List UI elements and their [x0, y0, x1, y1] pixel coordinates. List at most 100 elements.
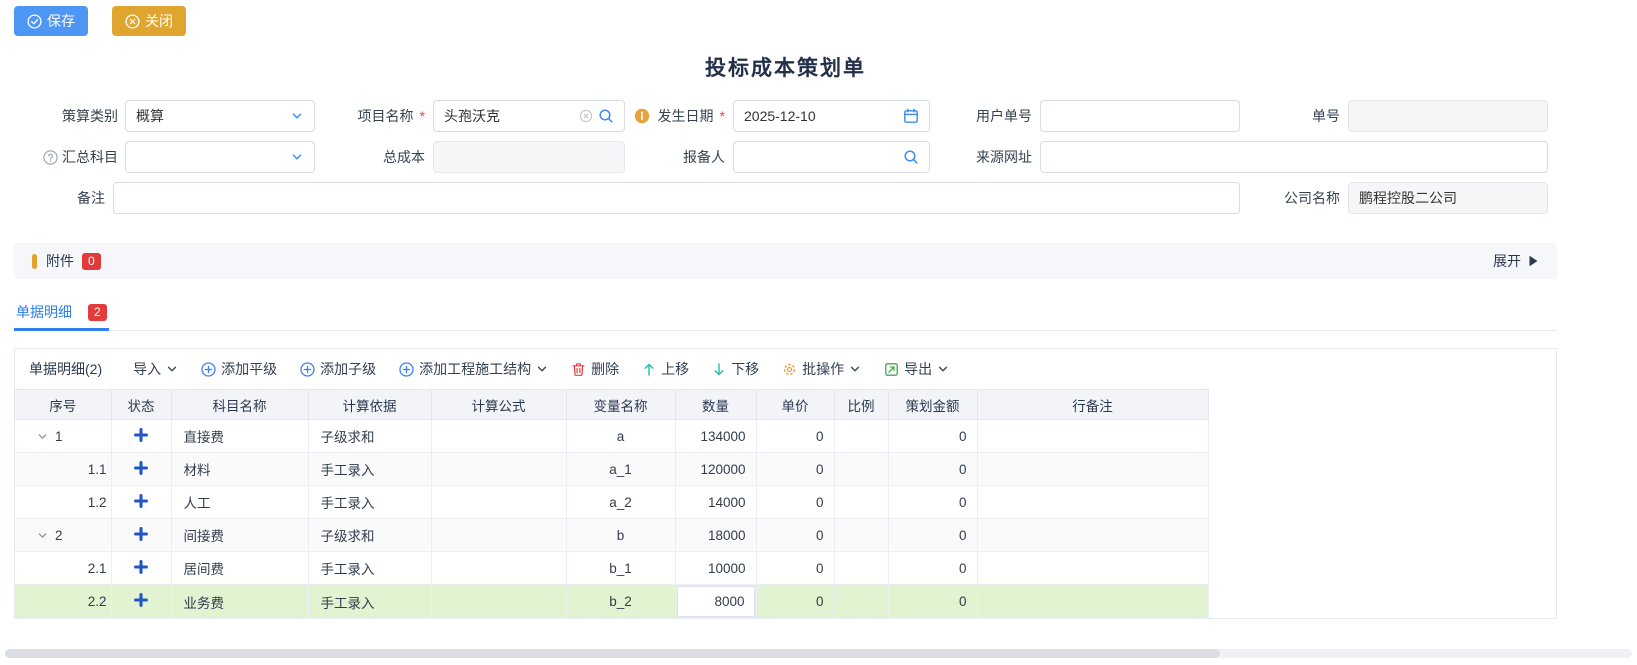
category-select[interactable]: 概算	[125, 100, 315, 132]
remark-input[interactable]	[113, 182, 1240, 214]
toolbar-button-import[interactable]: 导入	[133, 359, 178, 379]
table-row[interactable]: 2间接费子级求和b1800000	[15, 519, 1208, 552]
cell-name: 居间费	[171, 552, 308, 585]
col-header-qty: 数量	[675, 390, 756, 420]
plus-icon[interactable]	[134, 593, 148, 607]
table-row[interactable]: 1直接费子级求和a13400000	[15, 420, 1208, 453]
cell-amount: 0	[888, 453, 977, 486]
toolbar-button-add-structure[interactable]: 添加工程施工结构	[399, 359, 548, 379]
save-button-label: 保存	[47, 11, 75, 31]
scrollbar-thumb[interactable]	[5, 649, 1220, 658]
total-cost-label: 总成本	[321, 141, 425, 173]
summary-select[interactable]	[125, 141, 315, 173]
cell-no: 1	[15, 420, 111, 453]
circle-plus-icon	[399, 362, 414, 377]
category-value: 概算	[136, 106, 285, 126]
close-button[interactable]: 关闭	[112, 6, 186, 36]
col-header-name: 科目名称	[171, 390, 308, 420]
cell-basis: 手工录入	[308, 585, 431, 619]
table-row[interactable]: 1.1材料手工录入a_112000000	[15, 453, 1208, 486]
cell-remark	[977, 552, 1208, 585]
table-row[interactable]: 2.2业务费手工录入b_2800000	[15, 585, 1208, 619]
plus-icon[interactable]	[134, 560, 148, 574]
toolbar-button-add-child[interactable]: 添加子级	[300, 359, 376, 379]
toolbar-button-add-sibling[interactable]: 添加平级	[201, 359, 277, 379]
cell-no: 1.2	[15, 486, 111, 519]
chevron-down-icon[interactable]	[290, 150, 304, 164]
cell-basis: 手工录入	[308, 552, 431, 585]
user-no-input[interactable]	[1040, 100, 1240, 132]
cell-ratio	[834, 453, 888, 486]
tree-caret-icon[interactable]	[37, 431, 48, 442]
table-row[interactable]: 2.1居间费手工录入b_11000000	[15, 552, 1208, 585]
cell-name: 直接费	[171, 420, 308, 453]
col-header-basis: 计算依据	[308, 390, 431, 420]
table-row[interactable]: 1.2人工手工录入a_21400000	[15, 486, 1208, 519]
cell-remark	[977, 585, 1208, 619]
cell-no: 2	[15, 519, 111, 552]
cell-amount: 0	[888, 552, 977, 585]
toolbar-button-delete[interactable]: 删除	[571, 359, 619, 379]
cell-formula	[431, 453, 566, 486]
toolbar-button-batch[interactable]: 批操作	[782, 359, 861, 379]
tree-caret-icon[interactable]	[37, 530, 48, 541]
col-header-formula: 计算公式	[431, 390, 566, 420]
arrow-up-icon	[642, 362, 656, 377]
cell-formula	[431, 420, 566, 453]
search-icon[interactable]	[903, 149, 919, 165]
cell-formula	[431, 486, 566, 519]
plus-icon[interactable]	[134, 428, 148, 442]
qty-editor[interactable]: 8000	[677, 586, 755, 617]
cell-amount: 0	[888, 585, 977, 619]
plus-icon[interactable]	[134, 494, 148, 508]
col-header-no: 序号	[15, 390, 111, 420]
save-button[interactable]: 保存	[14, 6, 88, 36]
col-header-status: 状态	[111, 390, 171, 420]
cell-formula	[431, 552, 566, 585]
cell-price: 0	[756, 486, 834, 519]
plus-icon[interactable]	[134, 527, 148, 541]
attachment-bar[interactable]: 附件 0 展开	[14, 243, 1557, 279]
toolbar-button-export[interactable]: 导出	[884, 359, 949, 379]
cell-basis: 手工录入	[308, 453, 431, 486]
source-url-input[interactable]	[1040, 141, 1548, 173]
search-icon[interactable]	[598, 108, 614, 124]
detail-tab-bar: 单据明细 2	[14, 296, 1557, 331]
remark-label: 备注	[14, 182, 105, 214]
plus-icon[interactable]	[134, 461, 148, 475]
project-input[interactable]: 头孢沃克	[433, 100, 625, 132]
row-number: 2	[55, 528, 63, 543]
reporter-input[interactable]	[733, 141, 930, 173]
toolbar-button-move-down[interactable]: 下移	[712, 359, 759, 379]
expand-button[interactable]: 展开	[1493, 251, 1539, 271]
col-header-ratio: 比例	[834, 390, 888, 420]
cell-amount: 0	[888, 486, 977, 519]
cell-var: b	[566, 519, 675, 552]
export-icon	[884, 362, 899, 377]
clear-icon[interactable]	[579, 109, 593, 123]
project-value: 头孢沃克	[444, 106, 574, 126]
source-url-label: 来源网址	[928, 141, 1032, 173]
cell-formula	[431, 519, 566, 552]
attachment-label: 附件	[46, 251, 74, 271]
summary-label: 汇总科目	[6, 141, 118, 173]
horizontal-scrollbar[interactable]	[5, 649, 1632, 658]
cell-ratio	[834, 552, 888, 585]
tab-detail[interactable]: 单据明细 2	[14, 296, 109, 331]
calendar-icon[interactable]	[903, 108, 919, 124]
question-icon[interactable]	[43, 150, 58, 165]
reporter-label: 报备人	[621, 141, 725, 173]
cell-var: a	[566, 420, 675, 453]
top-action-bar: 保存 关闭	[14, 6, 186, 36]
toolbar-button-move-up[interactable]: 上移	[642, 359, 689, 379]
cell-qty: 8000	[675, 585, 756, 619]
gear-icon	[782, 362, 797, 377]
row-number: 1.2	[15, 495, 111, 510]
toolbar-button-group: 导入 添加平级 添加子级 添加工程施工结构 删除 上移 下移 批操作 导出	[133, 359, 949, 379]
circle-plus-icon	[300, 362, 315, 377]
chevron-down-icon[interactable]	[290, 109, 304, 123]
cell-status	[111, 585, 171, 619]
date-input[interactable]: 2025-12-10	[733, 100, 930, 132]
cell-remark	[977, 453, 1208, 486]
cell-amount: 0	[888, 519, 977, 552]
